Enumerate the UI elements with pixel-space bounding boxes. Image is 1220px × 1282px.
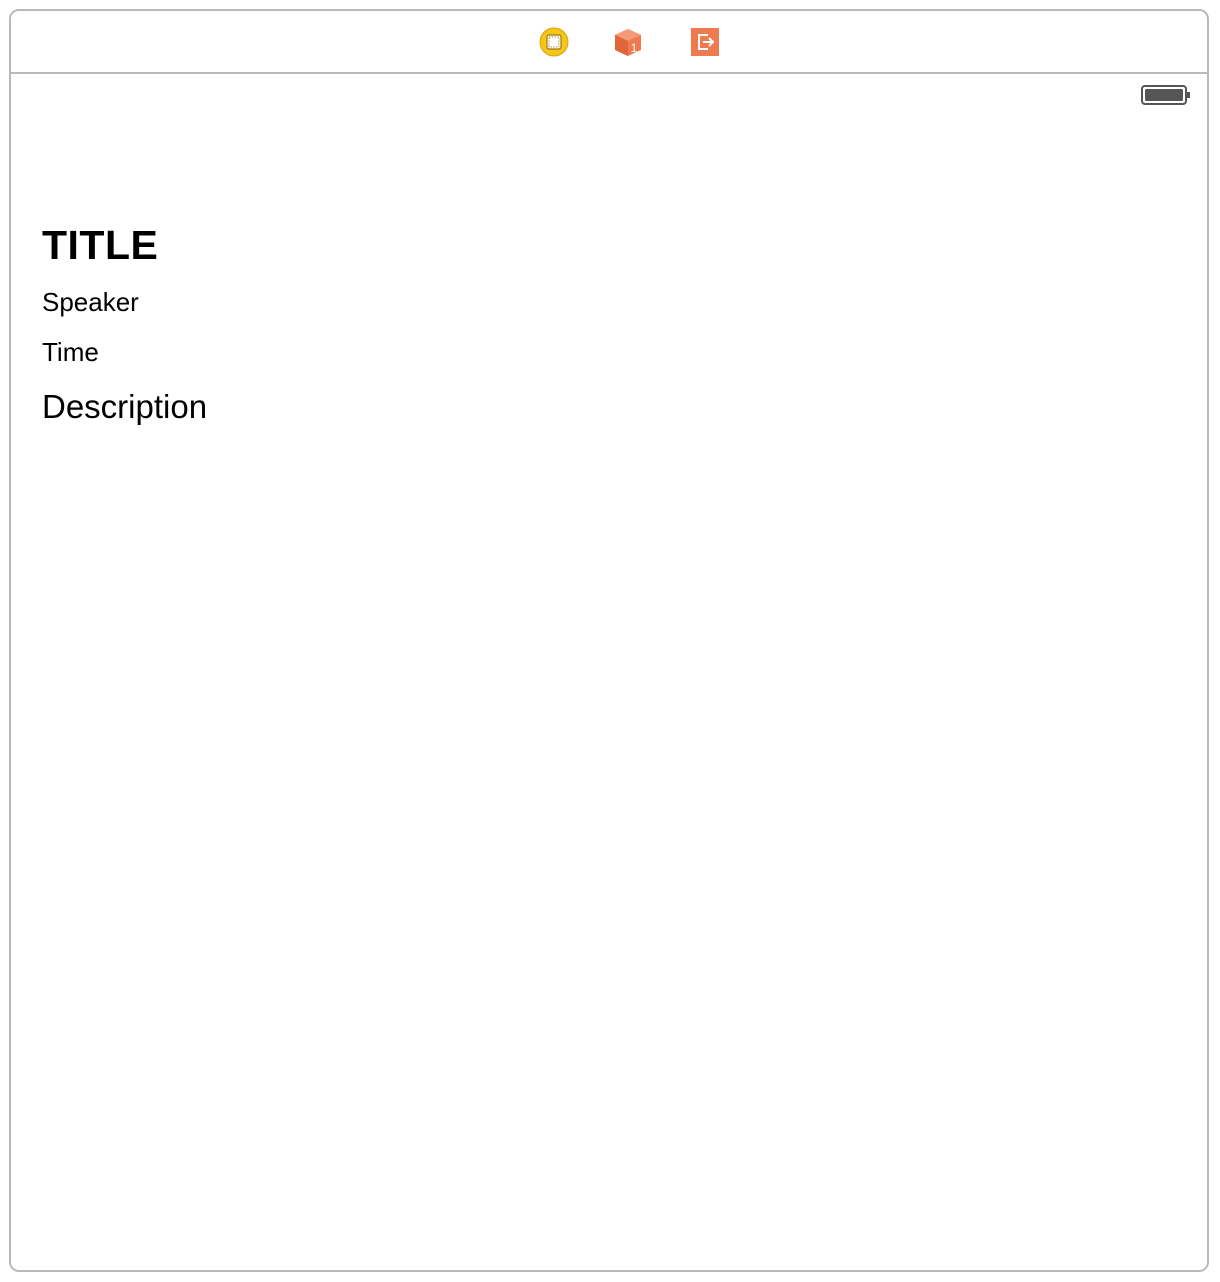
battery-icon — [1141, 84, 1191, 106]
description-label: Description — [42, 388, 208, 425]
main-view: TITLE Speaker Time Description — [11, 74, 1207, 1270]
scene-frame: 1 TITLE Speaker Time Description — [9, 9, 1209, 1272]
speaker-label: Speaker — [42, 287, 139, 317]
time-label: Time — [42, 337, 99, 367]
view-controller-icon[interactable] — [539, 27, 569, 57]
title-label: TITLE — [42, 222, 159, 268]
first-responder-icon[interactable]: 1 — [613, 27, 643, 57]
exit-icon[interactable] — [690, 27, 720, 57]
scene-dock: 1 — [11, 11, 1207, 74]
svg-text:1: 1 — [631, 41, 638, 55]
